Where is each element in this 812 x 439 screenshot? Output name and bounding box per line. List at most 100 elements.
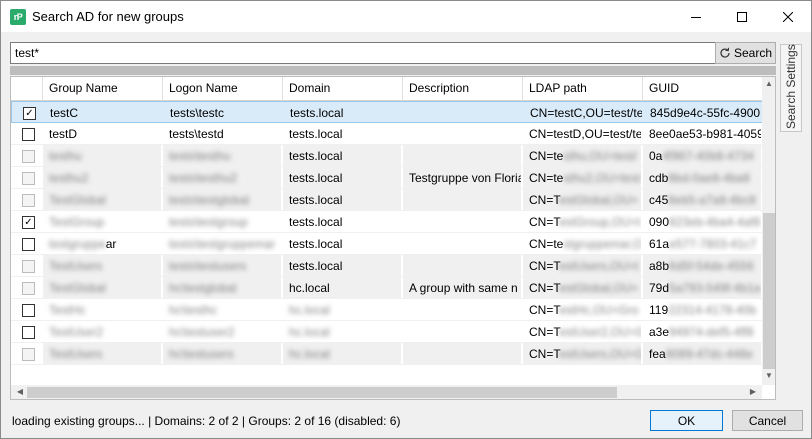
table-row[interactable]: testgruppear tests\testgruppemar tests.loc…: [11, 233, 763, 255]
cell-ldap-path: CN=testhu,OU=test/: [523, 145, 641, 167]
cell-guid-text: 94974-def5-4ff8: [669, 325, 754, 339]
cell-ldap-path: CN=testD,OU=test/te: [523, 123, 641, 145]
cell-group-name-text: TestHc: [49, 303, 86, 317]
header-checkbox-column[interactable]: [11, 77, 43, 101]
header-group-name[interactable]: Group Name: [43, 77, 163, 101]
cell-guid-text: 79d: [649, 281, 670, 295]
cell-guid-text: 0a: [649, 149, 663, 163]
cell-guid: c458eb5-a7a8-4bc8: [643, 189, 761, 211]
cell-guid: a8b6d5f-54de-4556: [643, 255, 761, 277]
cell-guid-text: 61a: [649, 237, 670, 251]
table-row[interactable]: TestUsers tests\testusers tests.local CN=Te…: [11, 255, 763, 277]
cell-ldap-path-text: CN=T: [529, 303, 560, 317]
header-ldap-path[interactable]: LDAP path: [523, 77, 643, 101]
search-input[interactable]: test*: [10, 42, 716, 64]
cell-guid-text: a8b: [649, 259, 670, 273]
table-row[interactable]: testhu tests\testhu tests.local CN=testhu,O…: [11, 145, 763, 167]
cell-ldap-path: CN=TestGroup,OU=t: [523, 211, 641, 233]
vertical-scrollbar[interactable]: ▲ ▼: [762, 77, 775, 385]
cell-logon-name-text: tests\testglobal: [169, 193, 250, 207]
title-bar[interactable]: rP Search AD for new groups: [1, 1, 811, 32]
cell-ldap-path-text: CN=T: [529, 281, 560, 295]
cell-ldap-path-text: CN=T: [529, 259, 560, 273]
row-checkbox: [22, 348, 35, 361]
table-row[interactable]: ✓ testC tests\testc tests.local CN=testC,OU=…: [11, 101, 763, 123]
cell-description: [403, 299, 521, 321]
row-checkbox[interactable]: ✓: [23, 107, 36, 120]
row-checkbox[interactable]: [22, 238, 35, 251]
header-domain[interactable]: Domain: [283, 77, 403, 101]
cell-ldap-path-text: stgruppemar,O: [563, 237, 641, 251]
cell-guid: cdb8bd-0ae8-4ba8: [643, 167, 761, 189]
search-settings-tab[interactable]: Search Settings: [780, 44, 802, 132]
row-checkbox[interactable]: ✓: [22, 216, 35, 229]
scroll-right-icon[interactable]: ▶: [746, 387, 760, 396]
cell-ldap-path: CN=TestUsers,OU=t: [523, 255, 641, 277]
row-checkbox[interactable]: [22, 304, 35, 317]
cell-description: [403, 321, 521, 343]
cell-ldap-path-text: CN=testC,OU=test/te: [530, 106, 642, 120]
cell-logon-name: hc\testglobal: [163, 277, 281, 299]
table-row[interactable]: TestUser2 hc\testuser2 hc.local CN=TestUser…: [11, 321, 763, 343]
cell-ldap-path-text: CN=te: [529, 237, 564, 251]
cell-domain: tests.local: [284, 102, 402, 124]
cell-domain-text: tests.local: [290, 106, 344, 120]
groups-grid: Group Name Logon Name Domain Description…: [10, 76, 776, 400]
header-logon-name[interactable]: Logon Name: [163, 77, 283, 101]
close-button[interactable]: [765, 1, 811, 32]
cell-logon-name: tests\testhu: [163, 145, 281, 167]
scroll-up-icon[interactable]: ▲: [762, 79, 775, 88]
cell-logon-name: hc\testuser2: [163, 321, 281, 343]
cell-group-name: testhu2: [43, 167, 161, 189]
cell-ldap-path-text: estGlobal,OU=: [559, 193, 639, 207]
cell-ldap-path-text: CN=T: [529, 325, 560, 339]
scroll-left-icon[interactable]: ◀: [13, 387, 27, 396]
header-description[interactable]: Description: [403, 77, 523, 101]
row-checkbox: [22, 282, 35, 295]
cell-guid-text: 090: [649, 215, 670, 229]
row-checkbox[interactable]: [22, 128, 35, 141]
cell-domain-text: tests.local: [289, 237, 343, 251]
cell-description-text: Testgruppe von Floria: [409, 171, 521, 185]
table-row[interactable]: testhu2 tests\testhu2 tests.local Testgrupp…: [11, 167, 763, 189]
cell-group-name: TestGlobal: [43, 189, 161, 211]
cancel-button[interactable]: Cancel: [732, 410, 803, 431]
vertical-scroll-thumb[interactable]: [763, 213, 775, 369]
row-checkbox[interactable]: [22, 326, 35, 339]
table-row[interactable]: testD tests\testd tests.local CN=testD,OU=t…: [11, 123, 763, 145]
row-checkbox: [22, 260, 35, 273]
cell-group-name: TestGlobal: [43, 277, 161, 299]
checkmark-icon: ✓: [24, 217, 33, 228]
ok-button[interactable]: OK: [650, 410, 723, 431]
header-guid[interactable]: GUID: [643, 77, 763, 101]
cell-guid-text: 119: [649, 303, 669, 317]
table-row[interactable]: TestUsers hc\testusers hc.local CN=TestUser…: [11, 343, 763, 365]
cell-logon-name-text: tests\testd: [169, 127, 224, 141]
table-row[interactable]: ✓ TestGroup tests\testgroup tests.local CN=T…: [11, 211, 763, 233]
horizontal-scroll-thumb[interactable]: [27, 387, 617, 398]
cell-domain-text: tests.local: [289, 149, 343, 163]
cell-ldap-path-text: estGlobal,OU=: [559, 281, 639, 295]
table-row[interactable]: TestHc hc\testhc hc.local CN=TestHc,OU=Gro 1…: [11, 299, 763, 321]
maximize-button[interactable]: [719, 1, 765, 32]
cell-group-name-text: testgruppe: [49, 237, 106, 251]
scroll-down-icon[interactable]: ▼: [762, 371, 775, 380]
cell-guid-text: fea: [649, 347, 666, 361]
cell-guid-text: 6d5f-54de-4556: [669, 259, 754, 273]
cell-guid-text: cdb: [649, 171, 669, 185]
cell-ldap-path-text: sthu2,OU=test: [563, 171, 641, 185]
horizontal-scrollbar[interactable]: ◀ ▶: [11, 385, 762, 399]
cell-description: [403, 145, 521, 167]
cell-description: [403, 343, 521, 365]
cell-group-name-text: TestUser2: [49, 325, 104, 339]
minimize-button[interactable]: [673, 1, 719, 32]
cell-description: [403, 211, 521, 233]
row-checkbox: [22, 194, 35, 207]
cell-description: [404, 102, 522, 124]
cell-guid-text: c45: [649, 193, 669, 207]
table-row[interactable]: TestGlobal tests\testglobal tests.local CN=…: [11, 189, 763, 211]
cell-ldap-path: CN=TestUsers,OU=G: [523, 343, 641, 365]
search-button[interactable]: Search: [715, 42, 776, 64]
cell-guid-text: 8089-47dc-448e: [665, 347, 754, 361]
table-row[interactable]: TestGlobal hc\testglobal hc.local A group w…: [11, 277, 763, 299]
